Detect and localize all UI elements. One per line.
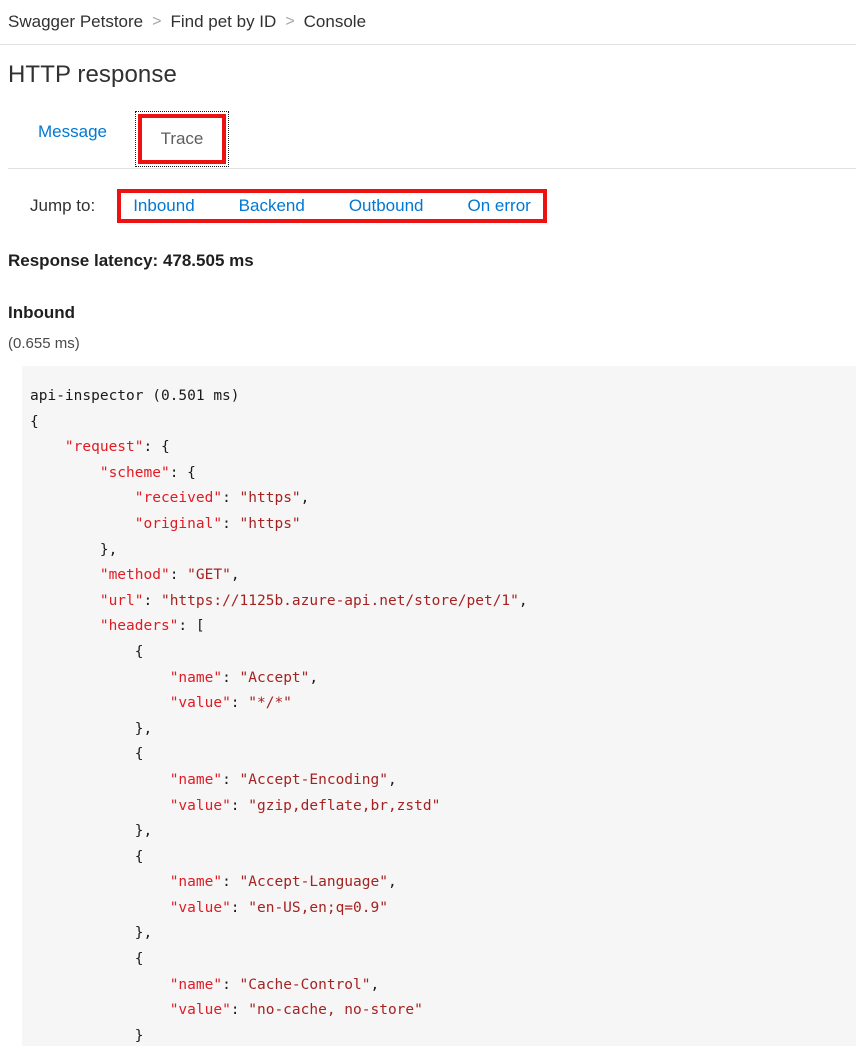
jump-link-backend[interactable]: Backend [239,196,305,216]
jump-to-highlight-box: Inbound Backend Outbound On error [117,189,547,223]
breadcrumb: Swagger Petstore > Find pet by ID > Cons… [0,0,856,45]
breadcrumb-item-0[interactable]: Swagger Petstore [8,12,143,32]
breadcrumb-separator-icon: > [285,13,294,31]
jump-to-row: Jump to: Inbound Backend Outbound On err… [0,185,856,227]
response-latency: Response latency: 478.505 ms [8,251,856,271]
section-title-inbound: Inbound [8,303,856,323]
tab-message[interactable]: Message [22,111,123,143]
jump-to-label: Jump to: [30,196,95,216]
tab-strip-divider [8,168,856,169]
breadcrumb-item-2[interactable]: Console [304,12,366,32]
breadcrumb-separator-icon: > [152,13,161,31]
section-duration-inbound: (0.655 ms) [8,335,856,352]
trace-code-block: api-inspector (0.501 ms) { "request": { … [8,366,856,1046]
tab-trace[interactable]: Trace [135,111,229,167]
trace-code-content[interactable]: api-inspector (0.501 ms) { "request": { … [22,384,856,1046]
code-gutter [8,366,22,1046]
jump-link-outbound[interactable]: Outbound [349,196,424,216]
page-title: HTTP response [8,61,856,89]
jump-link-inbound[interactable]: Inbound [133,196,194,216]
breadcrumb-item-1[interactable]: Find pet by ID [170,12,276,32]
tab-strip: Message Trace [0,111,856,169]
jump-link-on-error[interactable]: On error [468,196,531,216]
tab-trace-container: Trace [135,111,229,167]
